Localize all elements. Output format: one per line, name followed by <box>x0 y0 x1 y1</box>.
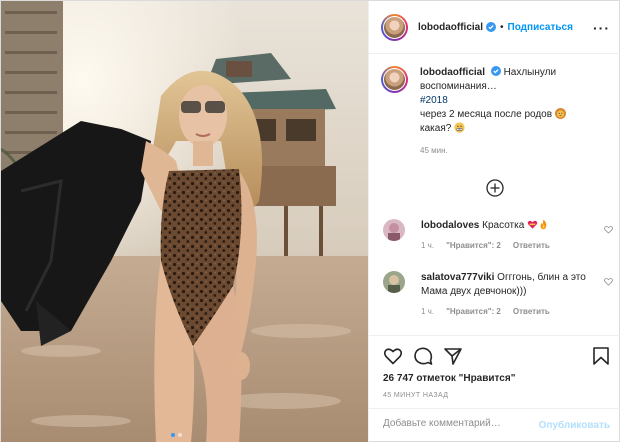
commenter-avatar[interactable] <box>383 271 405 293</box>
carousel-dots <box>171 433 182 437</box>
comment-meta: 1 ч. "Нравится": 2 Ответить <box>421 305 586 319</box>
caption-hashtag[interactable]: #2018 <box>420 95 448 106</box>
comment-item: lobodaloves Красотка 1 ч. "Нравится": 2 … <box>383 219 613 253</box>
header-text: lobodaofficial • Подписаться <box>418 22 573 33</box>
reply-button[interactable]: Ответить <box>513 239 550 253</box>
commenter-username[interactable]: salatova777viki <box>421 272 494 283</box>
verified-badge-icon <box>490 66 501 76</box>
comment-item: salatova777viki Огггонь, блин а это Мама… <box>383 271 613 319</box>
comment-body: salatova777viki Огггонь, блин а это Мама… <box>421 271 586 319</box>
add-comment-bar: Опубликовать <box>369 408 620 442</box>
commenter-avatar[interactable] <box>383 219 405 241</box>
caption-time: 45 мин. <box>420 146 448 155</box>
caption-line3: какая? <box>420 123 452 134</box>
caption-avatar[interactable] <box>381 66 408 93</box>
comment-input[interactable] <box>383 418 533 429</box>
heart-with-ribbon-emoji <box>527 220 538 229</box>
comment-age: 1 ч. <box>421 241 435 250</box>
caption-text: lobodaofficial Нахлынули воспоминания… #… <box>420 66 616 158</box>
post-photo[interactable] <box>1 1 368 442</box>
author-username[interactable]: lobodaofficial <box>418 22 483 33</box>
verified-badge-icon <box>486 22 496 32</box>
posted-time: 45 МИНУТ НАЗАД <box>383 392 449 399</box>
header-separator: • <box>500 21 504 33</box>
carousel-dot-active <box>171 433 175 437</box>
post-sidebar: lobodaofficial • Подписаться ··· lobodao… <box>368 1 620 442</box>
comment-likes[interactable]: "Нравится": 2 <box>446 239 501 253</box>
post-header: lobodaofficial • Подписаться ··· <box>369 1 620 54</box>
comment-like-heart-icon[interactable] <box>604 277 613 286</box>
commenter-username[interactable]: lobodaloves <box>421 220 479 231</box>
more-options-icon[interactable]: ··· <box>593 20 610 36</box>
share-icon[interactable] <box>443 346 463 366</box>
caption-username[interactable]: lobodaofficial <box>420 67 485 78</box>
fire-emoji <box>540 219 547 230</box>
grimacing-face-emoji <box>454 122 465 133</box>
follow-button[interactable]: Подписаться <box>508 22 573 33</box>
comment-meta: 1 ч. "Нравится": 2 Ответить <box>421 239 586 253</box>
author-avatar[interactable] <box>381 13 408 41</box>
heart-icon[interactable] <box>383 346 403 366</box>
likes-count[interactable]: 26 747 отметок "Нравится" <box>383 373 515 384</box>
comment-text: Красотка <box>482 220 525 231</box>
comment-body: lobodaloves Красотка 1 ч. "Нравится": 2 … <box>421 219 586 253</box>
lion-face-emoji <box>554 108 566 119</box>
comment-icon[interactable] <box>413 346 433 366</box>
post-caption: lobodaofficial Нахлынули воспоминания… #… <box>381 66 616 158</box>
comment-age: 1 ч. <box>421 307 435 316</box>
add-icon[interactable] <box>486 179 504 197</box>
publish-button[interactable]: Опубликовать <box>539 420 610 431</box>
carousel-dot <box>178 433 182 437</box>
comment-likes[interactable]: "Нравится": 2 <box>446 305 501 319</box>
caption-line2: через 2 месяца после родов <box>420 109 553 120</box>
instagram-post-modal: lobodaofficial • Подписаться ··· lobodao… <box>0 0 620 442</box>
comment-like-heart-icon[interactable] <box>604 225 613 234</box>
reply-button[interactable]: Ответить <box>513 305 550 319</box>
photo-illustration <box>1 1 368 442</box>
bookmark-icon[interactable] <box>591 346 611 366</box>
